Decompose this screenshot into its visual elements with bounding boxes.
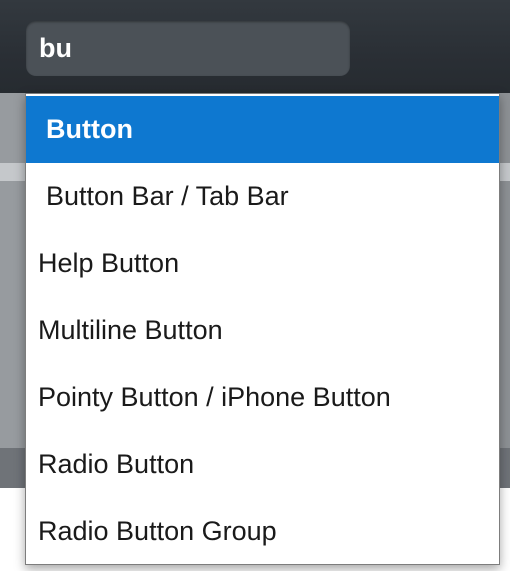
search-results-dropdown: Button Button Bar / Tab Bar Help Button …	[25, 93, 500, 565]
result-item-button-bar-tab-bar[interactable]: Button Bar / Tab Bar	[26, 163, 499, 230]
toolbar	[0, 0, 510, 93]
result-item-multiline-button[interactable]: Multiline Button	[26, 297, 499, 364]
result-item-pointy-button-iphone-button[interactable]: Pointy Button / iPhone Button	[26, 364, 499, 431]
result-item-button[interactable]: Button	[26, 96, 499, 163]
search-field[interactable]	[26, 21, 350, 76]
result-item-radio-button[interactable]: Radio Button	[26, 431, 499, 498]
result-item-radio-button-group[interactable]: Radio Button Group	[26, 498, 499, 565]
search-input[interactable]	[26, 21, 350, 76]
result-item-help-button[interactable]: Help Button	[26, 230, 499, 297]
